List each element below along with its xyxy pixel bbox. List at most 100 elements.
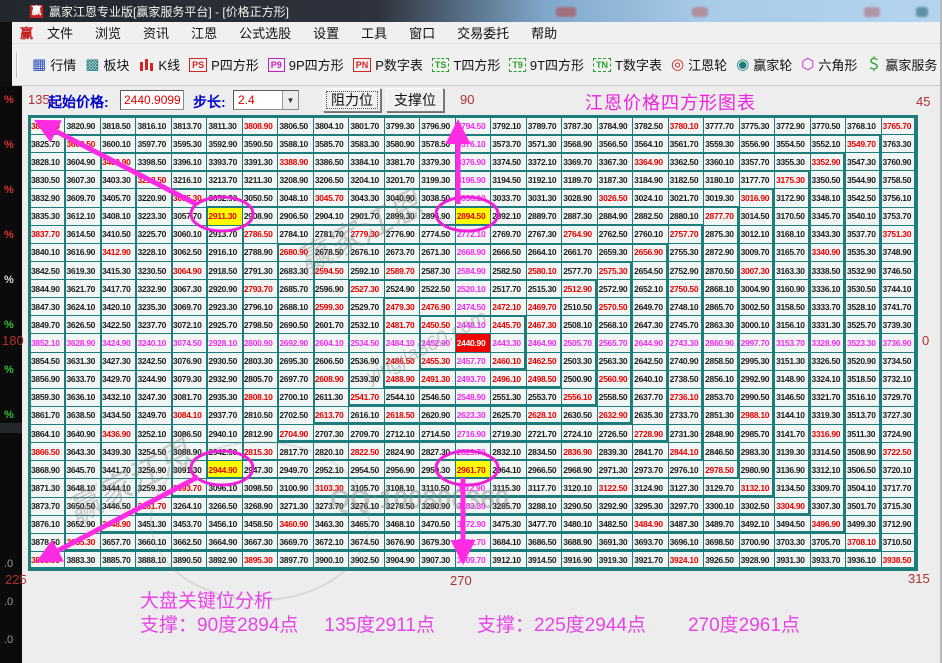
menu-item-帮助[interactable]: 帮助 [523, 21, 565, 44]
toolbar-P四方形[interactable]: PSP四方形 [189, 55, 259, 74]
gann-cell: 2956.90 [385, 461, 419, 478]
gann-cell: 3470.50 [420, 516, 454, 533]
gann-cell: 2985.70 [740, 425, 774, 442]
gann-cell: 3033.70 [491, 189, 525, 206]
gann-cell: 3489.70 [704, 516, 738, 533]
gann-cell: 2570.50 [598, 298, 632, 315]
gann-cell: 2964.10 [491, 461, 525, 478]
gann-cell: 3000.10 [740, 316, 774, 333]
gann-cell: 3115.30 [491, 479, 525, 496]
gann-cell: 3852.10 [30, 334, 64, 351]
gann-cell: 2568.10 [598, 316, 632, 333]
gann-cell: 3849.70 [30, 316, 64, 333]
angle-label-0: 0 [922, 333, 929, 348]
gann-cell: 3806.50 [278, 117, 312, 134]
gann-cell: 3883.30 [65, 552, 99, 569]
toolbar-9T四方形[interactable]: T99T四方形 [509, 55, 584, 74]
gann-cell: 3636.10 [65, 389, 99, 406]
gann-cell: 3580.90 [385, 135, 419, 152]
toolbar-江恩轮[interactable]: ◎江恩轮 [671, 55, 727, 74]
gann-cell: 3187.30 [598, 171, 632, 188]
gann-cell: 3393.70 [207, 153, 241, 170]
toolbar-K线[interactable]: K线 [138, 55, 180, 74]
gann-cell: 2954.50 [349, 461, 383, 478]
menu-item-设置[interactable]: 设置 [305, 21, 347, 44]
gann-cell: 2901.70 [349, 208, 383, 225]
gann-cell: 2450.50 [420, 316, 454, 333]
gann-cell: 2918.50 [207, 262, 241, 279]
gann-cell: 3585.70 [314, 135, 348, 152]
gann-cell: 3655.30 [65, 534, 99, 551]
gann-cell: 2880.10 [669, 208, 703, 225]
toolbar-T四方形[interactable]: TST四方形 [432, 55, 500, 74]
quote-percent-mark: % [4, 229, 14, 241]
gann-cell: 2724.10 [562, 425, 596, 442]
gann-cell: 2952.10 [314, 461, 348, 478]
menu-item-浏览[interactable]: 浏览 [87, 21, 129, 44]
gann-cell: 2443.30 [491, 334, 525, 351]
gann-cell: 2469.70 [527, 298, 561, 315]
menu-item-工具[interactable]: 工具 [353, 21, 395, 44]
gann-cell: 3100.90 [278, 479, 312, 496]
gann-cell: 3446.50 [101, 498, 135, 515]
chevron-down-icon[interactable]: ▼ [282, 91, 298, 109]
toolbar-赢家轮[interactable]: ◉赢家轮 [736, 55, 792, 74]
gann-cell: 3729.70 [882, 389, 916, 406]
support-button[interactable]: 支撑位 [386, 88, 444, 112]
gann-cell: 3516.10 [846, 389, 880, 406]
gann-cell: 2580.10 [527, 262, 561, 279]
gann-cell: 3830.50 [30, 171, 64, 188]
gann-cell: 2692.90 [278, 334, 312, 351]
gann-cell: 2992.90 [740, 371, 774, 388]
gann-cell: 3050.50 [243, 189, 277, 206]
start-price-input[interactable]: 2440.9099 [120, 90, 184, 110]
toolbar-T数字表[interactable]: TNT数字表 [593, 55, 662, 74]
gann-cell: 2916.10 [207, 244, 241, 261]
toolbar-行情[interactable]: ▦行情 [32, 55, 76, 74]
toolbar-label: K线 [158, 55, 180, 74]
toolbar-板块[interactable]: ▩板块 [85, 55, 129, 74]
gann-cell: 2935.30 [207, 389, 241, 406]
ps-badge-icon: PS [189, 58, 207, 72]
menu-item-资讯[interactable]: 资讯 [135, 21, 177, 44]
background-window-edge [0, 44, 12, 86]
gann-cell: 3552.10 [811, 135, 845, 152]
menu-item-公式选股[interactable]: 公式选股 [231, 21, 299, 44]
gann-cell: 3811.30 [207, 117, 241, 134]
gann-cell: 3321.70 [811, 389, 845, 406]
gann-cell: 3254.50 [136, 443, 170, 460]
gann-cell: 3139.30 [775, 443, 809, 460]
toolbar-label: 赢家服务 [885, 55, 937, 74]
gann-cell: 3088.90 [172, 443, 206, 460]
gann-cell: 2517.70 [491, 280, 525, 297]
gann-cell: 2522.50 [420, 280, 454, 297]
menu-item-江恩[interactable]: 江恩 [183, 21, 225, 44]
gann-cell: 2940.10 [207, 425, 241, 442]
menu-item-窗口[interactable]: 窗口 [401, 21, 443, 44]
gann-cell: 2733.70 [669, 407, 703, 424]
gann-cell: 2440.90 [456, 334, 490, 351]
toolbar-六角形[interactable]: ⬡六角形 [801, 55, 857, 74]
gann-cell: 3132.10 [740, 479, 774, 496]
angle-label-270: 270 [450, 573, 472, 588]
resistance-button[interactable]: 阻力位 [323, 88, 381, 112]
menu-item-交易委托[interactable]: 交易委托 [449, 21, 517, 44]
gann-cell: 3136.90 [775, 461, 809, 478]
step-select[interactable]: 2.4 ▼ [233, 90, 299, 110]
gann-cell: 2745.70 [669, 316, 703, 333]
toolbar-9P四方形[interactable]: P99P四方形 [268, 55, 344, 74]
gann-cell: 2467.30 [527, 316, 561, 333]
support-level-segment: 135度2911点 [324, 615, 435, 636]
gann-cell: 3832.90 [30, 189, 64, 206]
gann-cell: 2810.50 [243, 407, 277, 424]
menu-item-文件[interactable]: 文件 [39, 21, 81, 44]
gann-cell: 3621.70 [65, 280, 99, 297]
toolbar-P数字表[interactable]: PNP数字表 [353, 55, 423, 74]
gann-cell: 2486.50 [385, 353, 419, 370]
gann-cell: 2688.10 [278, 298, 312, 315]
gann-cell: 2548.90 [456, 389, 490, 406]
gann-cell: 3386.50 [314, 153, 348, 170]
gann-cell: 3295.30 [633, 498, 667, 515]
toolbar-赢家服务[interactable]: ＄赢家服务 [866, 55, 937, 74]
gann-cell: 3936.10 [846, 552, 880, 569]
